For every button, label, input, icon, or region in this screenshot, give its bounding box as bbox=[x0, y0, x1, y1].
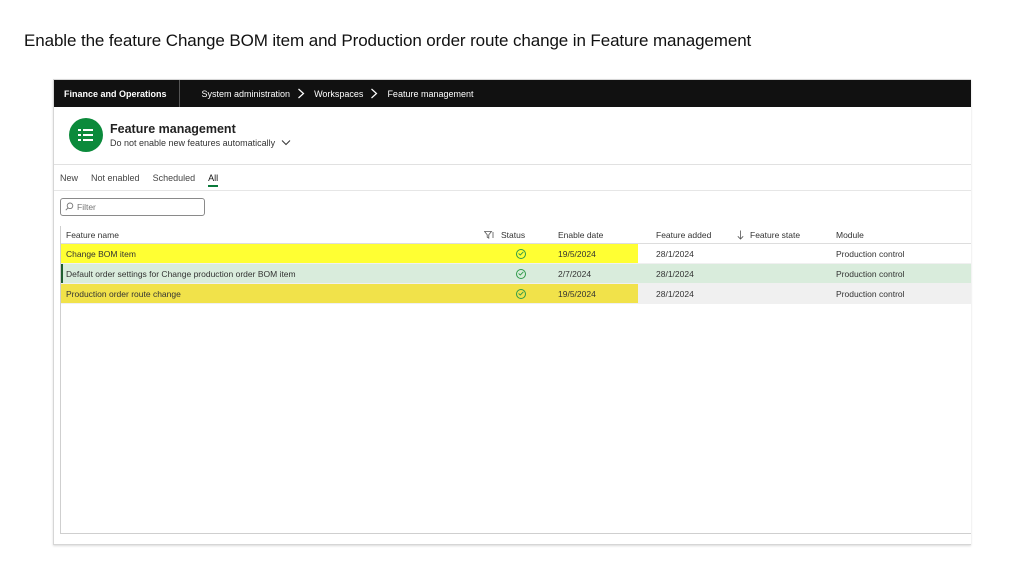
cell-module: Production control bbox=[836, 248, 905, 259]
filter-area bbox=[54, 191, 971, 225]
filter-icon[interactable] bbox=[484, 230, 495, 239]
features-grid: Feature name Status Enable date Feature … bbox=[60, 226, 971, 534]
breadcrumb-workspaces[interactable]: Workspaces bbox=[314, 89, 363, 99]
feature-tabs: New Not enabled Scheduled All bbox=[54, 165, 971, 191]
table-row[interactable]: Production order route change 19/5/2024 … bbox=[61, 284, 971, 304]
page-header: Feature management Do not enable new fea… bbox=[54, 107, 971, 165]
column-header-enable-date-label: Enable date bbox=[558, 229, 604, 240]
cell-enable-date: 19/5/2024 bbox=[558, 244, 638, 263]
cell-feature-name: Default order settings for Change produc… bbox=[66, 268, 296, 279]
page-title: Feature management bbox=[110, 122, 236, 136]
cell-module: Production control bbox=[836, 268, 905, 279]
cell-status bbox=[484, 284, 558, 303]
breadcrumb-feature-management[interactable]: Feature management bbox=[387, 89, 473, 99]
filter-input[interactable] bbox=[77, 202, 197, 212]
column-header-status-label: Status bbox=[501, 229, 526, 240]
app-name[interactable]: Finance and Operations bbox=[54, 80, 180, 107]
filter-box[interactable] bbox=[60, 198, 205, 216]
cell-feature-state bbox=[737, 244, 836, 263]
breadcrumb-system-administration[interactable]: System administration bbox=[202, 89, 291, 99]
top-navigation-bar: Finance and Operations System administra… bbox=[54, 80, 971, 107]
chevron-right-icon bbox=[297, 88, 307, 100]
tab-not-enabled[interactable]: Not enabled bbox=[91, 169, 140, 187]
sort-descending-icon[interactable] bbox=[737, 230, 744, 240]
feature-management-window: Finance and Operations System administra… bbox=[53, 79, 971, 545]
column-header-module-label: Module bbox=[836, 229, 864, 240]
column-header-status[interactable]: Status bbox=[484, 226, 558, 243]
cell-module: Production control bbox=[836, 288, 905, 299]
column-header-module[interactable]: Module bbox=[836, 226, 971, 243]
cell-status bbox=[484, 244, 558, 263]
check-circle-icon bbox=[516, 268, 526, 279]
cell-enable-date: 2/7/2024 bbox=[558, 268, 592, 279]
column-header-feature-state-label: Feature state bbox=[750, 229, 801, 240]
check-circle-icon bbox=[516, 288, 526, 299]
slide-title: Enable the feature Change BOM item and P… bbox=[24, 31, 752, 50]
auto-enable-label: Do not enable new features automatically bbox=[110, 138, 276, 148]
tab-all[interactable]: All bbox=[208, 169, 219, 187]
column-header-feature-name-label: Feature name bbox=[66, 229, 119, 240]
cell-feature-added: 28/1/2024 bbox=[656, 268, 694, 279]
table-row[interactable]: Default order settings for Change produc… bbox=[61, 264, 971, 284]
column-header-feature-added-label: Feature added bbox=[656, 229, 712, 240]
list-icon bbox=[69, 118, 103, 152]
check-circle-icon bbox=[516, 248, 526, 259]
column-header-enable-date[interactable]: Enable date bbox=[558, 226, 638, 243]
cell-feature-added: 28/1/2024 bbox=[656, 248, 694, 259]
chevron-right-icon bbox=[370, 88, 380, 100]
column-header-feature-state[interactable]: Feature state bbox=[737, 226, 836, 243]
cell-feature-added: 28/1/2024 bbox=[656, 288, 694, 299]
column-header-feature-added[interactable]: Feature added bbox=[638, 226, 737, 243]
cell-enable-date: 19/5/2024 bbox=[558, 284, 638, 303]
cell-feature-state bbox=[737, 264, 836, 283]
cell-status bbox=[484, 264, 558, 283]
tab-new[interactable]: New bbox=[60, 169, 78, 187]
breadcrumb: System administration Workspaces Feature… bbox=[180, 88, 474, 100]
search-icon bbox=[65, 202, 74, 213]
auto-enable-dropdown[interactable]: Do not enable new features automatically bbox=[110, 138, 291, 148]
cell-feature-name: Production order route change bbox=[61, 284, 484, 303]
grid-header: Feature name Status Enable date Feature … bbox=[61, 226, 971, 244]
column-header-feature-name[interactable]: Feature name bbox=[61, 226, 484, 243]
chevron-down-icon bbox=[281, 138, 291, 148]
cell-feature-name: Change BOM item bbox=[61, 244, 484, 263]
tab-scheduled[interactable]: Scheduled bbox=[153, 169, 196, 187]
table-row[interactable]: Change BOM item 19/5/2024 28/1/2024 Prod… bbox=[61, 244, 971, 264]
cell-feature-state bbox=[737, 284, 836, 303]
